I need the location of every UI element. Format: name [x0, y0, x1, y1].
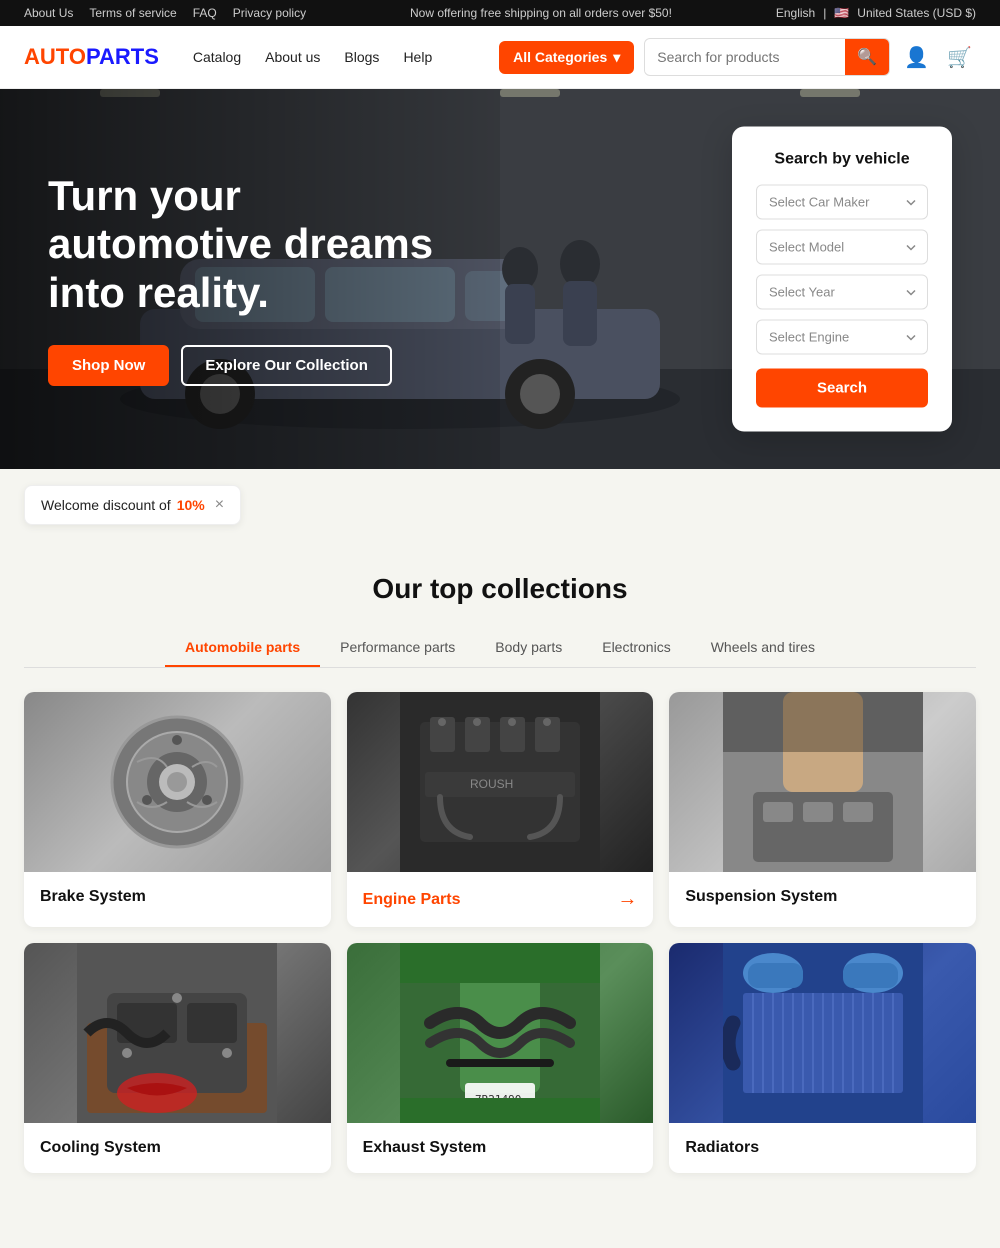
hero-title: Turn your automotive dreams into reality…: [48, 172, 472, 317]
discount-percent: 10%: [177, 497, 205, 513]
engine-select[interactable]: Select Engine: [756, 320, 928, 355]
radiators-image: [669, 943, 976, 1123]
svg-text:ROUSH: ROUSH: [470, 777, 513, 791]
tab-electronics[interactable]: Electronics: [582, 629, 690, 667]
nav-catalog[interactable]: Catalog: [183, 43, 251, 71]
chevron-down-icon: ▾: [613, 49, 620, 66]
divider: |: [823, 6, 826, 20]
welcome-discount-banner: Welcome discount of 10% ×: [24, 485, 241, 525]
logo-auto: AUTO: [24, 44, 86, 69]
header-right: All Categories ▾ 🔍 👤 🛒: [499, 38, 976, 76]
search-bar: 🔍: [644, 38, 890, 76]
card-suspension-system[interactable]: Suspension System: [669, 692, 976, 927]
all-categories-label: All Categories: [513, 49, 607, 65]
collection-tabs: Automobile parts Performance parts Body …: [24, 629, 976, 668]
about-us-link[interactable]: About Us: [24, 6, 73, 20]
card-brake-system[interactable]: Brake System: [24, 692, 331, 927]
tab-performance-parts[interactable]: Performance parts: [320, 629, 475, 667]
account-button[interactable]: 👤: [900, 41, 933, 74]
top-bar-announcement: Now offering free shipping on all orders…: [410, 6, 672, 20]
header: AUTOPARTS Catalog About us Blogs Help Al…: [0, 26, 1000, 89]
welcome-close-button[interactable]: ×: [215, 496, 224, 514]
hero-section: Turn your automotive dreams into reality…: [0, 89, 1000, 469]
logo-parts: PARTS: [86, 44, 159, 69]
cooling-system-title: Cooling System: [40, 1139, 161, 1157]
search-button[interactable]: 🔍: [845, 39, 889, 75]
search-input[interactable]: [645, 41, 845, 73]
nav-about[interactable]: About us: [255, 43, 330, 71]
exhaust-system-image: 7R21490: [347, 943, 654, 1123]
region-selector[interactable]: United States (USD $): [857, 6, 976, 20]
tab-automobile-parts[interactable]: Automobile parts: [165, 629, 320, 667]
main-nav: Catalog About us Blogs Help: [183, 43, 442, 71]
shop-now-button[interactable]: Shop Now: [48, 345, 169, 386]
collections-section: Our top collections Automobile parts Per…: [0, 541, 1000, 1189]
collections-title: Our top collections: [24, 573, 976, 605]
suspension-system-card-body: Suspension System: [669, 872, 976, 922]
top-bar: About Us Terms of service FAQ Privacy po…: [0, 0, 1000, 26]
logo[interactable]: AUTOPARTS: [24, 44, 159, 70]
card-cooling-system[interactable]: Cooling System: [24, 943, 331, 1173]
all-categories-button[interactable]: All Categories ▾: [499, 41, 634, 74]
welcome-text: Welcome discount of: [41, 497, 171, 513]
terms-link[interactable]: Terms of service: [89, 6, 176, 20]
cooling-system-card-body: Cooling System: [24, 1123, 331, 1173]
vehicle-search-card: Search by vehicle Select Car Maker Selec…: [732, 127, 952, 432]
radiators-card-body: Radiators: [669, 1123, 976, 1173]
exhaust-system-card-body: Exhaust System: [347, 1123, 654, 1173]
language-selector[interactable]: English: [776, 6, 815, 20]
cooling-system-image: [24, 943, 331, 1123]
brake-system-title: Brake System: [40, 888, 146, 906]
year-select[interactable]: Select Year: [756, 275, 928, 310]
top-bar-links: About Us Terms of service FAQ Privacy po…: [24, 6, 306, 20]
nav-blogs[interactable]: Blogs: [334, 43, 389, 71]
tab-wheels-tires[interactable]: Wheels and tires: [691, 629, 835, 667]
card-engine-parts[interactable]: ROUSH Engine Parts →: [347, 692, 654, 927]
hero-buttons: Shop Now Explore Our Collection: [48, 345, 472, 386]
radiators-title: Radiators: [685, 1139, 759, 1157]
tab-body-parts[interactable]: Body parts: [475, 629, 582, 667]
top-bar-right: English | 🇺🇸 United States (USD $): [776, 6, 976, 20]
brake-system-card-body: Brake System: [24, 872, 331, 922]
nav-help[interactable]: Help: [393, 43, 442, 71]
suspension-system-image: [669, 692, 976, 872]
collections-grid: Brake System: [24, 692, 976, 1189]
engine-parts-arrow: →: [617, 888, 637, 911]
flag-icon: 🇺🇸: [834, 6, 849, 20]
car-maker-select[interactable]: Select Car Maker: [756, 185, 928, 220]
brake-system-image: [24, 692, 331, 872]
hero-content: Turn your automotive dreams into reality…: [0, 172, 520, 386]
card-exhaust-system[interactable]: 7R21490 Exhaust System: [347, 943, 654, 1173]
cart-button[interactable]: 🛒: [943, 41, 976, 74]
engine-parts-card-body: Engine Parts →: [347, 872, 654, 927]
vehicle-search-button[interactable]: Search: [756, 369, 928, 408]
faq-link[interactable]: FAQ: [193, 6, 217, 20]
engine-parts-image: ROUSH: [347, 692, 654, 872]
privacy-link[interactable]: Privacy policy: [233, 6, 306, 20]
explore-collection-button[interactable]: Explore Our Collection: [181, 345, 392, 386]
card-radiators[interactable]: Radiators: [669, 943, 976, 1173]
exhaust-system-title: Exhaust System: [363, 1139, 487, 1157]
suspension-system-title: Suspension System: [685, 888, 837, 906]
engine-parts-title: Engine Parts: [363, 891, 461, 909]
vehicle-search-title: Search by vehicle: [756, 151, 928, 169]
model-select[interactable]: Select Model: [756, 230, 928, 265]
